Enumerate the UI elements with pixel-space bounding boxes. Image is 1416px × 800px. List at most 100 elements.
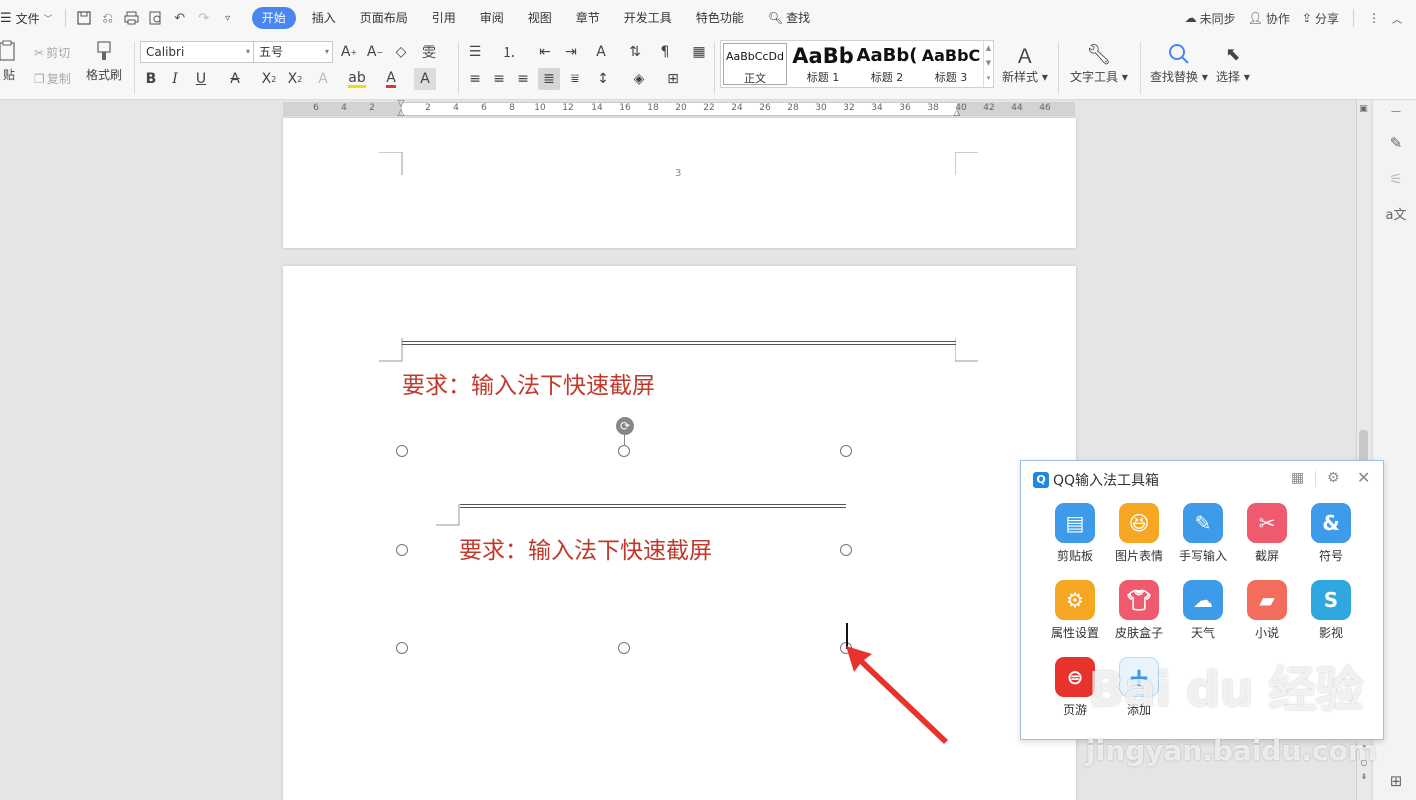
italic-icon[interactable]: I <box>164 68 186 90</box>
style-heading-1[interactable]: AaBb 标题 1 <box>791 43 855 85</box>
strikethrough-icon[interactable]: A <box>224 68 246 90</box>
print-preview-icon[interactable] <box>144 6 168 30</box>
sync-button[interactable]: ☁ 未同步 <box>1181 10 1240 27</box>
toolbox-item-handwriting[interactable]: ✎ 手写输入 <box>1173 503 1233 564</box>
gallery-scroll[interactable]: ▲ ▼ ▾ <box>983 41 993 87</box>
align-center-icon[interactable]: ≡ <box>488 68 510 90</box>
style-normal[interactable]: AaBbCcDd 正文 <box>723 43 787 85</box>
toolbox-item-emoji[interactable]: 😆︎ 图片表情 <box>1109 503 1169 564</box>
font-size-select[interactable]: 五号 ▾ <box>253 41 333 63</box>
shrink-font-icon[interactable]: A − <box>364 41 386 63</box>
grid-view-icon[interactable]: ▦ <box>1291 470 1304 486</box>
paste-button[interactable]: 贴 <box>0 40 18 83</box>
tab-page-layout[interactable]: 页面布局 <box>348 7 420 29</box>
resize-handle-right[interactable] <box>840 544 852 556</box>
tab-developer[interactable]: 开发工具 <box>612 7 684 29</box>
new-style-button[interactable]: Ａ 新样式 ▾ <box>1002 40 1048 85</box>
borders-icon[interactable]: ▦ <box>688 41 710 63</box>
horizontal-ruler[interactable]: 6 4 2 2 4 6 8 10 12 14 16 18 20 22 24 26 28 30 32 34 36 38 40 4… <box>0 100 1356 118</box>
clear-format-icon[interactable]: ◇ <box>390 41 412 63</box>
undo-icon[interactable]: ↶ <box>168 6 192 30</box>
chinese-layout-icon[interactable]: A <box>590 41 612 63</box>
print-icon[interactable] <box>120 6 144 30</box>
toolbox-item-settings[interactable]: ⚙ 属性设置 <box>1045 580 1105 641</box>
superscript-icon[interactable]: X2 <box>258 68 280 90</box>
cut-button[interactable]: ✂ 剪切 <box>34 44 70 61</box>
numbering-icon[interactable]: ⒈ <box>498 41 520 63</box>
align-right-icon[interactable]: ≡ <box>512 68 534 90</box>
toolbox-item-weather[interactable]: ☁ 天气 <box>1173 580 1233 641</box>
resize-handle-top[interactable] <box>618 445 630 457</box>
show-marks-icon[interactable]: ¶ <box>654 41 676 63</box>
redo-icon[interactable]: ↷ <box>192 6 216 30</box>
font-color-icon[interactable]: A <box>380 68 402 90</box>
collapse-ribbon-icon[interactable]: ︿ <box>1388 11 1406 26</box>
text-effect-icon[interactable]: A <box>312 68 334 90</box>
bullets-icon[interactable]: ☰ <box>464 41 486 63</box>
resize-handle-bottom-left[interactable] <box>396 642 408 654</box>
close-icon[interactable]: ✕ <box>1357 468 1370 487</box>
heading-text[interactable]: 要求：输入法下快速截屏 <box>402 366 655 400</box>
scroll-up-icon[interactable]: ▣ <box>1358 104 1369 116</box>
tab-view[interactable]: 视图 <box>516 7 564 29</box>
rotate-handle-icon[interactable]: ⟳ <box>616 417 634 435</box>
save-icon[interactable] <box>72 6 96 30</box>
align-left-icon[interactable]: ≡ <box>464 68 486 90</box>
justify-icon[interactable]: ≣ <box>538 68 560 90</box>
select-button[interactable]: ⬉ 选择 ▾ <box>1216 40 1250 85</box>
translate-icon[interactable]: a文 <box>1385 204 1407 226</box>
toolbox-item-clipboard[interactable]: ▤ 剪贴板 <box>1045 503 1105 564</box>
tab-special-features[interactable]: 特色功能 <box>684 7 756 29</box>
tab-home[interactable]: 开始 <box>251 7 296 29</box>
text-tools-button[interactable]: 🔧︎ 文字工具 ▾ <box>1070 40 1128 85</box>
customize-toolbar-icon[interactable]: ▿ <box>216 6 240 30</box>
font-name-select[interactable]: Calibri ▾ <box>140 41 254 63</box>
gear-icon[interactable]: ⚙ <box>1327 470 1340 486</box>
collaborate-button[interactable]: 👤︎ 协作 <box>1244 10 1294 27</box>
copy-button[interactable]: ❐ 复制 <box>34 70 71 87</box>
decrease-indent-icon[interactable]: ⇤ <box>534 41 556 63</box>
format-painter-button[interactable]: 格式刷 <box>86 40 122 83</box>
collapse-panel-icon[interactable]: — <box>1385 106 1407 128</box>
line-spacing-icon[interactable]: ↕ <box>592 68 614 90</box>
adjust-icon[interactable]: ⚟ <box>1385 170 1407 192</box>
underline-icon[interactable]: U <box>190 68 212 90</box>
apps-grid-icon[interactable]: ⊞ <box>1385 772 1407 794</box>
toolbox-item-skin[interactable]: 👕︎ 皮肤盒子 <box>1109 580 1169 641</box>
pen-icon[interactable]: ✎ <box>1385 134 1407 156</box>
distributed-icon[interactable]: ⩸ <box>564 68 586 90</box>
file-menu[interactable]: ☰ 文件 ﹀ <box>0 10 59 27</box>
resize-handle-left[interactable] <box>396 544 408 556</box>
toolbox-item-ampersand[interactable]: & 符号 <box>1301 503 1361 564</box>
tab-section[interactable]: 章节 <box>564 7 612 29</box>
resize-handle-top-right[interactable] <box>840 445 852 457</box>
tab-references[interactable]: 引用 <box>420 7 468 29</box>
tab-review[interactable]: 审阅 <box>468 7 516 29</box>
bold-icon[interactable]: B <box>140 68 162 90</box>
highlight-icon[interactable]: ab <box>346 68 368 90</box>
resize-handle-top-left[interactable] <box>396 445 408 457</box>
page-current[interactable]: 要求：输入法下快速截屏 要求：输入法下快速截屏 ⟳ <box>283 266 1076 800</box>
char-shading-icon[interactable]: A <box>414 68 436 90</box>
indent-marker-icon[interactable]: ▽ △ <box>396 100 406 118</box>
tab-insert[interactable]: 插入 <box>300 7 348 29</box>
selected-object[interactable]: 要求：输入法下快速截屏 <box>408 451 848 651</box>
subscript-icon[interactable]: X2 <box>284 68 306 90</box>
grow-font-icon[interactable]: A + <box>338 41 360 63</box>
shading-icon[interactable]: ◈ <box>628 68 650 90</box>
increase-indent-icon[interactable]: ⇥ <box>560 41 582 63</box>
find-replace-button[interactable]: 查找替换 ▾ <box>1150 40 1208 85</box>
share-button[interactable]: ⇪ 分享 <box>1298 10 1343 27</box>
more-icon[interactable]: ⋮ <box>1364 11 1384 25</box>
toolbox-item-scissors[interactable]: ✂ 截屏 <box>1237 503 1297 564</box>
sort-icon[interactable]: ⇅ <box>624 41 646 63</box>
export-pdf-icon[interactable]: ⎌ <box>96 6 120 30</box>
resize-handle-bottom[interactable] <box>618 642 630 654</box>
search-button[interactable]: 🔍︎ 查找 <box>756 7 822 29</box>
style-heading-2[interactable]: AaBb( 标题 2 <box>855 43 919 85</box>
toolbox-item-novel[interactable]: ▰ 小说 <box>1237 580 1297 641</box>
border-icon[interactable]: ⊞ <box>662 68 684 90</box>
phonetic-guide-icon[interactable]: 雯 <box>418 41 440 63</box>
style-heading-3[interactable]: AaBbC 标题 3 <box>919 43 983 85</box>
toolbox-item-video[interactable]: S 影视 <box>1301 580 1361 641</box>
